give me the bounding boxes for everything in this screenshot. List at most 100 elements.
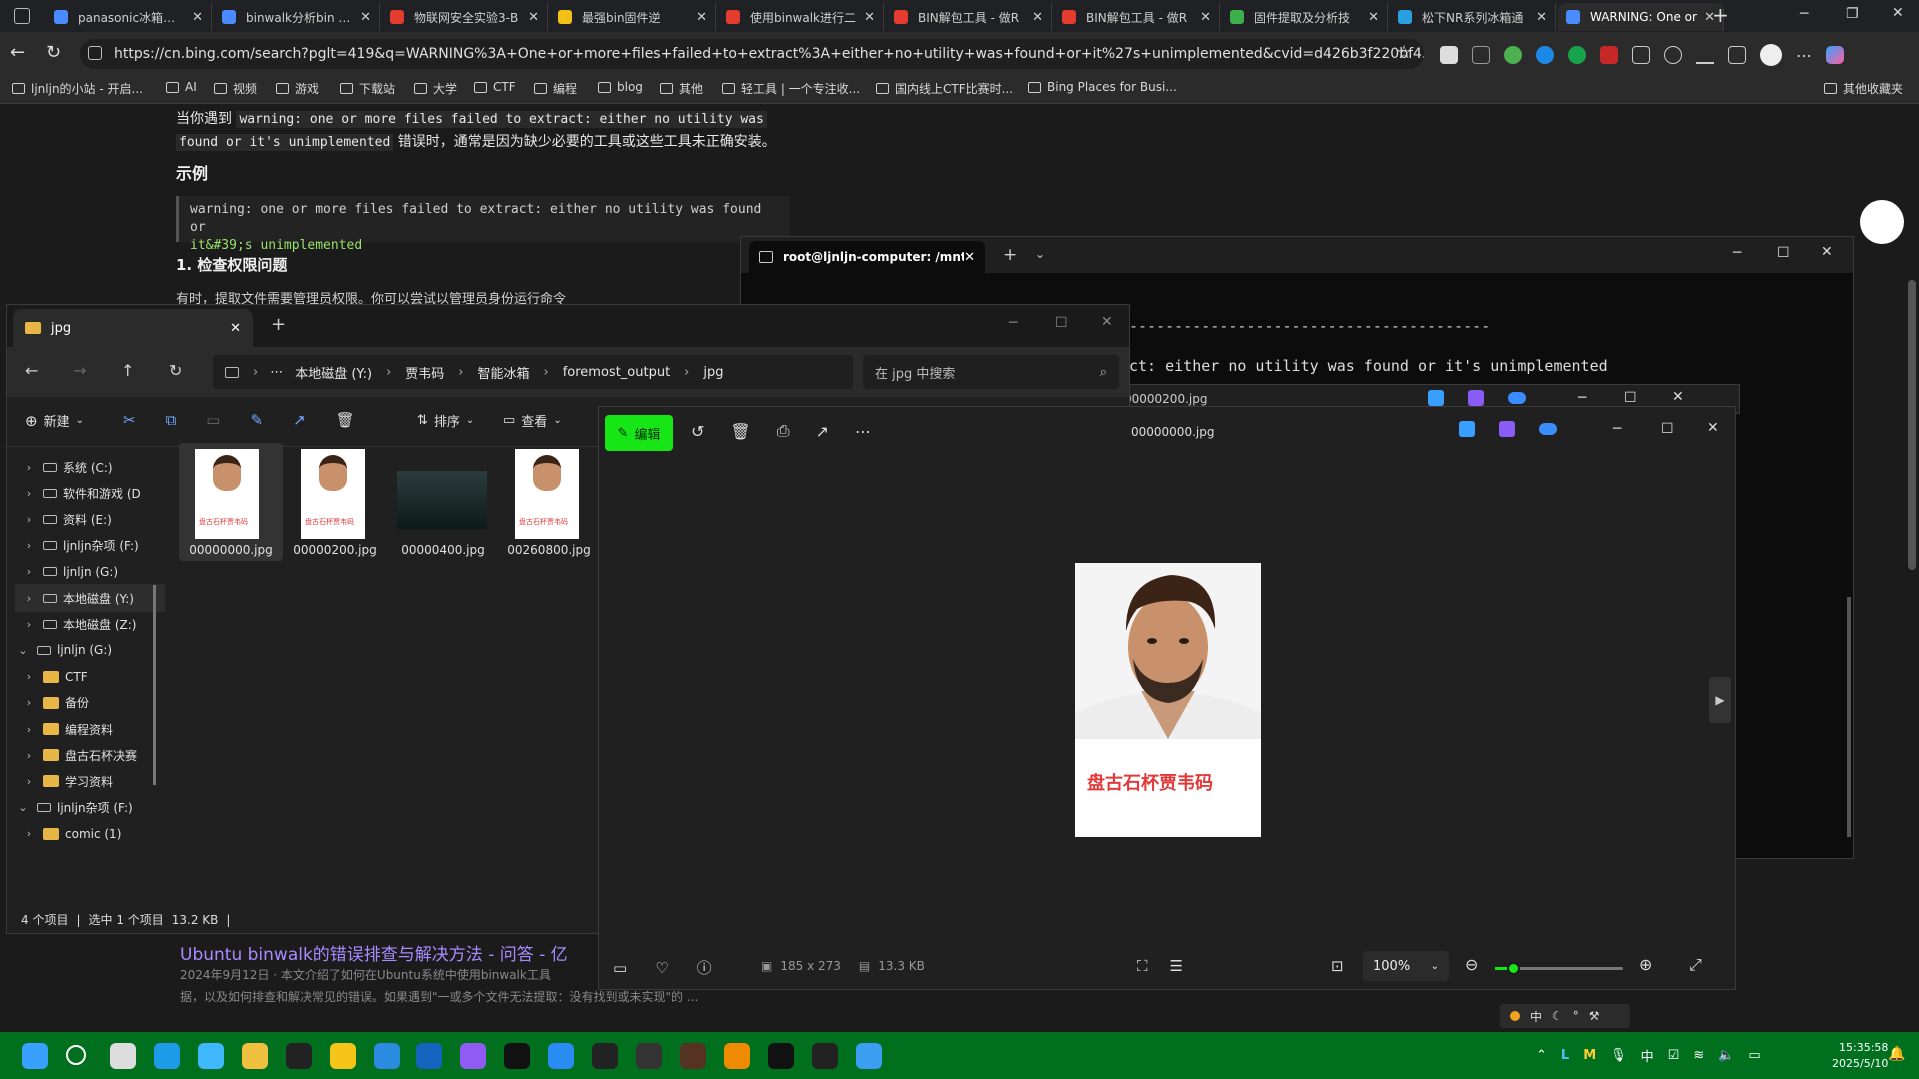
tree-item[interactable]: › 软件和游戏 (D [15, 479, 165, 507]
zoom-out-icon[interactable]: ⊖ [1465, 955, 1478, 974]
avatar[interactable] [1760, 44, 1782, 66]
file-thumbnail[interactable]: 盘古石杯贾韦码 [515, 449, 579, 539]
microphone-icon[interactable]: 🎙 [1610, 1048, 1627, 1063]
browser-tab[interactable]: binwalk分析bin - 搜 ✕ [214, 3, 380, 31]
tree-item[interactable]: › 编程资料 [15, 715, 165, 743]
extension-icon[interactable] [1600, 46, 1618, 64]
notification-bell-icon[interactable]: 🔔 [1888, 1046, 1905, 1062]
info-icon[interactable]: ⓘ [697, 957, 712, 978]
chevron-right-icon[interactable]: › [458, 365, 463, 380]
clock[interactable]: 15:35:58 2025/5/10 [1832, 1040, 1888, 1072]
tree-item[interactable]: › 学习资料 [15, 767, 165, 795]
punctuation-icon[interactable]: ° [1573, 1009, 1579, 1023]
app-icon[interactable] [286, 1043, 312, 1069]
viewer-maximize-button[interactable]: ☐ [1661, 421, 1674, 437]
view-button[interactable]: ▭ 查看 ⌄ [503, 411, 562, 430]
edit-button[interactable]: ✎ 编辑 [605, 415, 673, 451]
terminal-tab[interactable]: root@ljnljn-computer: /mnt/y. ✕ [749, 241, 985, 273]
terminal-scrollbar[interactable] [1847, 597, 1851, 837]
wifi-icon[interactable]: ≋ [1693, 1048, 1704, 1063]
tree-item[interactable]: › 资料 (E:) [15, 505, 165, 533]
browser-tab[interactable]: BIN解包工具 - 做R ✕ [1054, 3, 1220, 31]
browser-tab[interactable]: BIN解包工具 - 做R ✕ [886, 3, 1052, 31]
explorer-tab[interactable]: jpg ✕ [13, 309, 253, 347]
favorite-item[interactable]: AI [166, 80, 197, 94]
app-icon[interactable] [636, 1043, 662, 1069]
print-icon[interactable]: ⎙ [777, 421, 790, 441]
viewer-close-button[interactable]: ✕ [1707, 420, 1719, 436]
viewer-minimize-button[interactable]: ─ [1613, 421, 1621, 437]
extension-icon[interactable] [1568, 46, 1586, 64]
ime-mode[interactable]: 中 [1530, 1008, 1542, 1025]
app-icon[interactable] [592, 1043, 618, 1069]
breadcrumb-more[interactable]: ⋯ [270, 365, 283, 380]
favorite-item[interactable]: 视频 [214, 80, 257, 97]
download-icon[interactable] [1696, 46, 1714, 64]
dropdown-chevron-icon[interactable]: ⌄ [1035, 247, 1045, 261]
file-item[interactable]: 00000400.jpg [393, 443, 493, 561]
more-icon[interactable]: ⋯ [1796, 46, 1812, 65]
wrench-icon[interactable]: ⚒ [1589, 1009, 1600, 1023]
favorite-item[interactable]: 编程 [534, 80, 577, 97]
search-icon[interactable] [66, 1045, 86, 1065]
extension-icon[interactable] [1664, 46, 1682, 64]
chevron-right-icon[interactable]: › [21, 696, 37, 709]
share-icon[interactable]: ↗ [816, 422, 829, 441]
app-icon[interactable] [198, 1043, 224, 1069]
terminal-icon[interactable] [812, 1043, 838, 1069]
clipchamp-icon[interactable] [1468, 390, 1484, 406]
filmstrip-icon[interactable]: ▭ [613, 959, 627, 977]
zoom-in-icon[interactable]: ⊕ [1639, 955, 1652, 974]
zoom-slider-thumb[interactable] [1507, 962, 1520, 975]
chevron-right-icon[interactable]: › [21, 565, 37, 578]
new-explorer-tab-button[interactable]: + [271, 314, 286, 335]
bg-viewer-close-button[interactable]: ✕ [1672, 389, 1684, 405]
app-icon[interactable] [330, 1043, 356, 1069]
delete-icon[interactable]: 🗑 [336, 411, 355, 429]
address-bar[interactable]: https://cn.bing.com/search?pglt=419&q=WA… [80, 39, 1424, 69]
tree-item[interactable]: › ljnljn (G:) [15, 558, 165, 586]
refresh-icon[interactable]: ↻ [169, 361, 182, 380]
chevron-right-icon[interactable]: › [21, 618, 37, 631]
close-tab-icon[interactable]: ✕ [1200, 10, 1211, 25]
new-button[interactable]: ⊕ 新建 ⌄ [25, 411, 84, 431]
explorer-search-input[interactable]: 在 jpg 中搜索 ⌕ [863, 355, 1119, 389]
chevron-right-icon[interactable]: › [21, 827, 37, 840]
file-item[interactable]: 盘古石杯贾韦码 00000200.jpg [285, 443, 385, 561]
close-tab-icon[interactable]: ✕ [230, 321, 241, 336]
browser-tab[interactable]: WARNING: One or ✕ [1558, 3, 1724, 31]
sort-button[interactable]: ⇅ 排序 ⌄ [417, 411, 474, 430]
back-icon[interactable]: ← [10, 42, 25, 63]
fullscreen-icon[interactable]: ⤢ [1689, 955, 1702, 975]
file-thumbnail[interactable]: 盘古石杯贾韦码 [301, 449, 365, 539]
tree-scrollbar[interactable] [153, 585, 156, 785]
chevron-right-icon[interactable]: › [21, 539, 37, 552]
file-item[interactable]: 盘古石杯贾韦码 00260800.jpg [499, 443, 599, 561]
browser-tab[interactable]: panasonic冰箱固件 ✕ [46, 3, 212, 31]
terminal-maximize-button[interactable]: ☐ [1777, 245, 1790, 261]
rotate-icon[interactable]: ↺ [691, 422, 704, 441]
onedrive-icon[interactable] [1508, 392, 1526, 404]
page-side-logo-icon[interactable] [1860, 200, 1904, 244]
chevron-down-icon[interactable]: ⌄ [15, 644, 31, 657]
viewed-image[interactable]: 盘古石杯贾韦码 [1075, 563, 1261, 837]
cut-icon[interactable]: ✂ [123, 411, 136, 429]
favorite-item[interactable]: 下载站 [340, 80, 395, 97]
close-tab-icon[interactable]: ✕ [192, 10, 203, 25]
tree-item[interactable]: ⌄ ljnljn (G:) [15, 636, 165, 664]
rename-icon[interactable]: ✎ [250, 411, 263, 429]
app-icon[interactable] [504, 1043, 530, 1069]
text-extract-icon[interactable]: ☰ [1170, 957, 1183, 975]
notification-check-icon[interactable]: ☑ [1668, 1048, 1680, 1063]
breadcrumb-item[interactable]: 贾韦码 [405, 363, 444, 382]
favorite-item[interactable]: 国内线上CTF比赛时... [876, 80, 1013, 97]
breadcrumb-item[interactable]: 本地磁盘 (Y:) [295, 363, 372, 382]
app-icon[interactable] [724, 1043, 750, 1069]
zoom-select[interactable]: 100% ⌄ [1363, 951, 1449, 981]
app-icon[interactable] [460, 1043, 486, 1069]
share-icon[interactable] [1728, 46, 1746, 64]
refresh-icon[interactable]: ↻ [46, 42, 61, 63]
tree-item[interactable]: › 本地磁盘 (Z:) [15, 610, 165, 638]
breadcrumb-item[interactable]: foremost_output [563, 365, 670, 380]
battery-icon[interactable]: ▭ [1748, 1048, 1760, 1063]
